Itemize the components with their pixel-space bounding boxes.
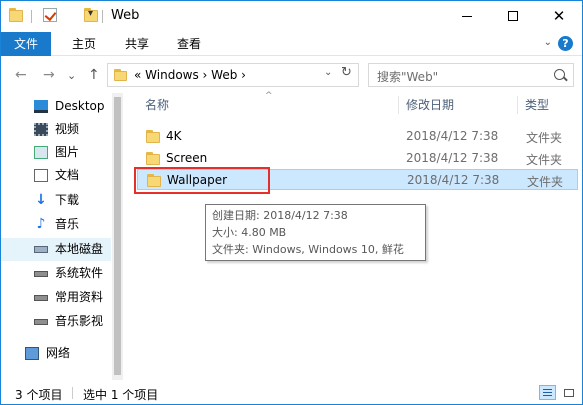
window-title: Web (111, 8, 140, 23)
address-bar[interactable]: « Windows › Web › (107, 63, 359, 87)
file-date: 2018/4/12 7:38 (406, 129, 499, 143)
help-icon[interactable]: ? (558, 36, 573, 51)
quick-access-dropdown-icon[interactable]: ▾ (88, 8, 93, 19)
drive-icon (34, 246, 48, 253)
drive-icon (34, 295, 48, 301)
minimize-button[interactable] (444, 1, 490, 31)
nav-item-label: 本地磁盘 (55, 242, 104, 256)
details-view-button[interactable] (539, 385, 556, 400)
table-row[interactable]: Screen 2018/4/12 7:38 文件夹 (137, 148, 578, 169)
status-bar: 3 个项目 选中 1 个项目 (1, 381, 582, 404)
nav-item-label: 视频 (55, 122, 80, 136)
folder-tooltip: 创建日期: 2018/4/12 7:38 大小: 4.80 MB 文件夹: Wi… (205, 204, 426, 261)
tab-view[interactable]: 查看 (166, 32, 212, 56)
nav-item-network[interactable]: 网络 (1, 342, 111, 365)
folder-icon (146, 152, 160, 165)
column-separator[interactable] (398, 96, 399, 114)
tooltip-created: 创建日期: 2018/4/12 7:38 (212, 209, 348, 222)
file-type: 文件夹 (526, 153, 563, 167)
nav-item-label: 音乐 (55, 217, 80, 231)
large-icons-view-button[interactable] (560, 385, 577, 400)
tooltip-size: 大小: 4.80 MB (212, 226, 287, 239)
back-icon[interactable]: ← (15, 67, 27, 83)
title-separator (102, 10, 103, 23)
ribbon-tabs: 文件 主页 共享 查看 ⌄ ? (1, 32, 582, 56)
maximize-icon (508, 11, 518, 21)
folder-icon (114, 69, 127, 81)
document-icon (34, 169, 48, 182)
nav-item-label: 下载 (55, 193, 80, 207)
download-icon: ↓ (35, 192, 47, 208)
title-bar: ▾ Web ✕ (1, 1, 582, 32)
nav-item-common-files[interactable]: 常用资料 (1, 286, 111, 309)
file-type: 文件夹 (526, 131, 563, 145)
tooltip-contents: 文件夹: Windows, Windows 10, 鲜花 (212, 243, 404, 256)
nav-item-videos[interactable]: 视频 (1, 118, 111, 141)
column-header-type[interactable]: 类型 (525, 93, 549, 117)
nav-scrollbar-thumb[interactable] (114, 97, 121, 375)
tab-share[interactable]: 共享 (114, 32, 160, 56)
annotation-highlight-box (134, 167, 270, 194)
maximize-button[interactable] (490, 1, 536, 31)
music-icon: ♪ (36, 216, 46, 232)
nav-item-label: Desktop (55, 99, 105, 113)
navigation-pane: Desktop 视频 图片 文档 ↓ 下载 ♪ 音乐 本地磁盘 系统软件 常用资… (1, 93, 123, 380)
address-dropdown-icon[interactable]: ⌄ (324, 67, 332, 78)
file-name: Screen (166, 151, 208, 165)
nav-item-documents[interactable]: 文档 (1, 164, 111, 187)
title-separator (31, 10, 32, 23)
tab-home[interactable]: 主页 (61, 32, 107, 56)
picture-icon (34, 146, 48, 159)
explorer-window: ▾ Web ✕ 文件 主页 共享 查看 ⌄ ? ← → ⌄ ↑ « Window… (0, 0, 583, 405)
forward-icon[interactable]: → (43, 67, 55, 83)
details-view-icon (543, 389, 552, 396)
nav-item-system-software[interactable]: 系统软件 (1, 262, 111, 285)
file-type: 文件夹 (527, 175, 564, 189)
folder-icon (146, 130, 160, 143)
tab-file[interactable]: 文件 (1, 32, 51, 56)
nav-item-label: 音乐影视 (55, 314, 104, 328)
item-count: 3 个项目 (15, 388, 63, 402)
large-icons-view-icon (564, 389, 574, 397)
file-date: 2018/4/12 7:38 (406, 151, 499, 165)
nav-item-label: 网络 (46, 346, 71, 360)
desktop-icon (34, 100, 48, 113)
nav-item-label: 文档 (55, 168, 80, 182)
drive-icon (34, 319, 48, 325)
up-icon[interactable]: ↑ (88, 67, 100, 83)
minimize-icon (462, 15, 472, 17)
column-header-name[interactable]: 名称 (145, 93, 169, 117)
recent-locations-icon[interactable]: ⌄ (67, 69, 76, 82)
nav-item-music[interactable]: ♪ 音乐 (1, 213, 111, 236)
table-row[interactable]: 4K 2018/4/12 7:38 文件夹 (137, 126, 578, 147)
search-placeholder: 搜索"Web" (377, 70, 439, 84)
folder-icon (9, 8, 23, 22)
status-separator (72, 387, 73, 399)
nav-item-local-disk[interactable]: 本地磁盘 (1, 238, 111, 261)
nav-item-label: 系统软件 (55, 266, 104, 280)
refresh-icon[interactable]: ↻ (341, 65, 352, 80)
selected-count: 选中 1 个项目 (83, 388, 159, 402)
properties-icon[interactable] (43, 8, 57, 22)
nav-item-downloads[interactable]: ↓ 下载 (1, 189, 111, 212)
drive-icon (34, 271, 48, 277)
nav-item-label: 图片 (55, 145, 80, 159)
search-icon[interactable] (554, 69, 565, 80)
file-name: 4K (166, 129, 182, 143)
expand-ribbon-icon[interactable]: ⌄ (544, 37, 552, 48)
nav-item-pictures[interactable]: 图片 (1, 141, 111, 164)
nav-item-desktop[interactable]: Desktop (1, 95, 111, 118)
sort-ascending-icon: ^ (265, 91, 273, 101)
close-button[interactable]: ✕ (536, 1, 582, 31)
video-icon (34, 123, 48, 136)
file-date: 2018/4/12 7:38 (407, 173, 500, 187)
address-path[interactable]: « Windows › Web › (134, 68, 246, 82)
close-icon: ✕ (552, 6, 566, 25)
nav-item-music-video[interactable]: 音乐影视 (1, 310, 111, 333)
search-input[interactable]: 搜索"Web" (368, 63, 574, 87)
column-header-date[interactable]: 修改日期 (406, 93, 454, 117)
column-separator[interactable] (517, 96, 518, 114)
nav-item-label: 常用资料 (55, 290, 104, 304)
network-icon (25, 347, 39, 360)
